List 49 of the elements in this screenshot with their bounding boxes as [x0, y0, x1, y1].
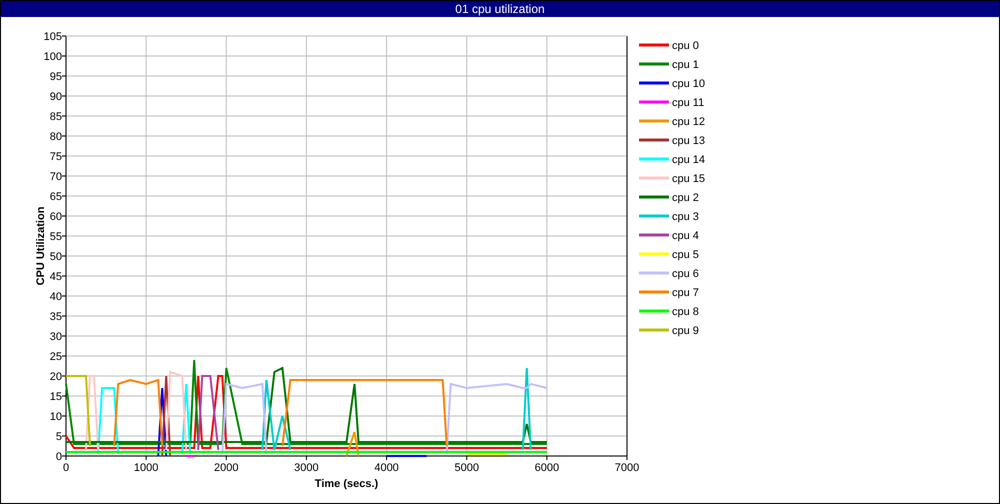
window-title: 01 cpu utilization [1, 1, 999, 17]
legend-label: cpu 14 [672, 154, 706, 166]
legend-label: cpu 3 [672, 211, 699, 223]
tick-label: 45 [50, 271, 62, 283]
tick-label: 30 [50, 331, 62, 343]
tick-label: 6000 [534, 462, 560, 474]
tick-label: 20 [50, 371, 62, 383]
tick-label: 50 [50, 251, 62, 263]
tick-label: 80 [50, 131, 62, 143]
tick-label: 0 [62, 462, 70, 474]
tick-label: 75 [50, 151, 62, 163]
tick-label: 70 [50, 171, 62, 183]
tick-label: 85 [50, 111, 62, 123]
tick-label: 95 [50, 71, 62, 83]
tick-label: 2000 [214, 462, 239, 474]
y-axis-label: CPU Utilization [35, 206, 47, 286]
legend-label: cpu 0 [672, 40, 699, 52]
tick-label: 90 [50, 91, 62, 103]
legend-label: cpu 10 [672, 78, 706, 90]
legend-label: cpu 9 [672, 325, 699, 337]
tick-label: 10 [50, 411, 62, 423]
tick-label: 25 [50, 351, 62, 363]
legend-label: cpu 11 [672, 97, 704, 109]
tick-label: 1000 [134, 462, 158, 474]
legend-label: cpu 2 [672, 192, 699, 204]
tick-label: 4000 [374, 462, 399, 474]
legend-label: cpu 1 [672, 59, 699, 71]
tick-label: 15 [50, 391, 62, 403]
legend-label: cpu 5 [672, 249, 699, 261]
tick-label: 0 [56, 451, 62, 463]
legend-label: cpu 15 [672, 173, 706, 185]
tick-label: 40 [50, 291, 62, 303]
legend-label: cpu 7 [672, 287, 699, 299]
tick-label: 65 [50, 191, 62, 203]
tick-label: 105 [44, 31, 62, 43]
tick-label: 3000 [294, 462, 319, 474]
legend-label: cpu 12 [672, 116, 706, 128]
legend-label: cpu 6 [672, 268, 699, 280]
tick-label: 35 [50, 311, 62, 323]
tick-label: 55 [50, 231, 62, 243]
x-axis-label: Time (secs.) [314, 478, 378, 490]
tick-label: 5 [56, 431, 62, 443]
legend-label: cpu 8 [672, 306, 699, 318]
tick-label: 100 [44, 51, 62, 63]
tick-label: 5000 [454, 462, 479, 474]
tick-label: 7000 [614, 462, 640, 474]
legend-label: cpu 13 [672, 135, 706, 147]
legend-label: cpu 4 [672, 230, 699, 242]
tick-label: 60 [50, 211, 62, 223]
